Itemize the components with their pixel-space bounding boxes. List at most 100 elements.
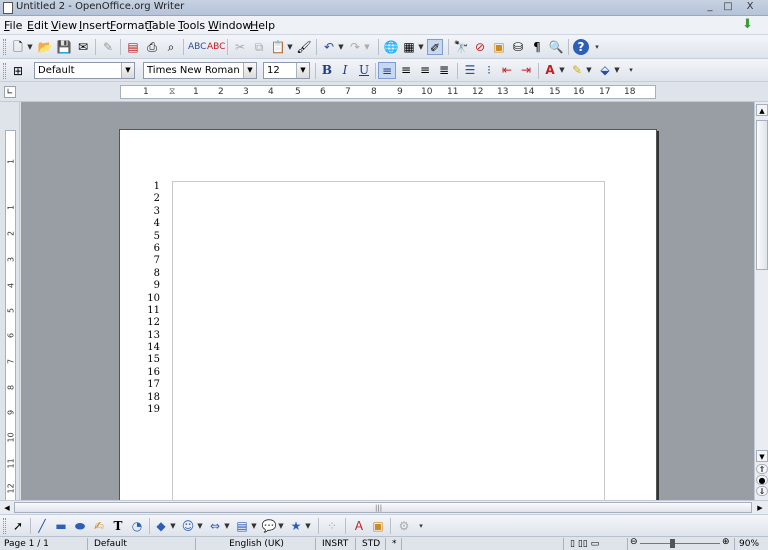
email-document-icon[interactable]: ✉ [75, 39, 91, 55]
increase-indent-icon[interactable]: ⇥ [517, 62, 535, 79]
indent-marker-icon[interactable]: ⧖ [169, 86, 175, 98]
horizontal-scroll-thumb[interactable]: ||| [14, 502, 752, 513]
menu-window[interactable]: Window [208, 19, 251, 32]
horizontal-ruler[interactable]: 1 ⧖ 1 2 3 4 5 6 7 8 9 10 11 12 13 14 15 … [120, 85, 656, 99]
highlighting-icon[interactable]: ✎ [568, 62, 586, 79]
numbering-icon[interactable]: ☰ [461, 62, 479, 79]
align-right-icon[interactable]: ≡ [416, 62, 434, 79]
update-download-icon[interactable]: ⬇ [742, 18, 756, 32]
zoom-slider[interactable] [640, 543, 720, 544]
menu-tools[interactable]: Tools [178, 19, 205, 32]
copy-icon[interactable]: ⧉ [251, 39, 267, 55]
maximize-button[interactable]: □ [718, 1, 738, 14]
selection-mode-indicator[interactable]: STD [358, 538, 386, 550]
flowcharts-arrow-icon[interactable]: ▼ [251, 518, 257, 534]
show-draw-functions-icon[interactable]: ✐ [427, 39, 443, 55]
menu-table[interactable]: Table [147, 19, 175, 32]
zoom-icon[interactable]: 🔍 [548, 39, 564, 55]
block-arrows-icon[interactable]: ⇔ [207, 518, 223, 534]
align-left-icon[interactable]: ≡ [378, 62, 396, 79]
vertical-scroll-thumb[interactable] [756, 120, 768, 270]
page-style-indicator[interactable]: Default [90, 538, 196, 550]
next-page-icon[interactable]: ⇓ [756, 486, 768, 496]
justify-icon[interactable]: ≣ [435, 62, 453, 79]
gallery-icon[interactable]: ▣ [491, 39, 507, 55]
save-icon[interactable]: 💾 [56, 39, 72, 55]
formatting-marks-icon[interactable]: ¶ [529, 39, 545, 55]
toolbar-options-arrow-icon[interactable]: ▾ [418, 518, 424, 534]
menu-file[interactable]: File [4, 19, 22, 32]
book-view-icon[interactable]: ▭ [591, 539, 600, 549]
menu-help[interactable]: Help [250, 19, 275, 32]
menu-insert[interactable]: Insert [79, 19, 111, 32]
styles-formatting-icon[interactable]: ⊞ [10, 63, 26, 79]
language-indicator[interactable]: English (UK) [198, 538, 316, 550]
stars-arrow-icon[interactable]: ▼ [305, 518, 311, 534]
toolbar-grip[interactable] [3, 39, 6, 55]
minimize-button[interactable]: _ [700, 1, 720, 14]
tab-type-selector[interactable]: ∟ [4, 86, 16, 98]
zoom-slider-knob[interactable] [670, 539, 675, 548]
block-arrows-arrow-icon[interactable]: ▼ [224, 518, 230, 534]
italic-button[interactable]: I [336, 62, 354, 79]
previous-page-icon[interactable]: ⇑ [756, 464, 768, 474]
view-layout-buttons[interactable]: ▯ ▯▯ ▭ [566, 538, 628, 550]
paste-icon[interactable]: 📋 [270, 39, 286, 55]
table-dropdown-arrow-icon[interactable]: ▼ [418, 39, 424, 55]
scroll-up-arrow-icon[interactable]: ▲ [756, 104, 768, 116]
document-canvas[interactable]: 1 2 3 4 5 6 7 8 9 10 11 12 13 14 15 16 1… [21, 102, 754, 500]
callout-shapes-icon[interactable]: 💬 [261, 518, 277, 534]
background-color-icon[interactable]: ⬙ [596, 62, 614, 79]
page-indicator[interactable]: Page 1 / 1 [0, 538, 88, 550]
fontwork-gallery-icon[interactable]: Ａ [351, 518, 367, 534]
close-button[interactable]: X [740, 1, 760, 14]
toolbar-grip[interactable] [3, 518, 6, 534]
freeform-line-icon[interactable]: ✍ [91, 518, 107, 534]
autospellcheck-icon[interactable]: ABC [207, 39, 225, 55]
edit-file-icon[interactable]: ✎ [100, 39, 116, 55]
font-size-select[interactable]: 12 ▼ [263, 62, 310, 79]
scroll-right-arrow-icon[interactable]: ▶ [754, 502, 766, 514]
paste-dropdown-arrow-icon[interactable]: ▼ [287, 39, 293, 55]
single-page-view-icon[interactable]: ▯ [570, 539, 575, 549]
clone-formatting-icon[interactable]: 🖌 [296, 39, 312, 55]
scroll-down-arrow-icon[interactable]: ▼ [756, 450, 768, 462]
menu-edit[interactable]: Edit [27, 19, 48, 32]
text-tool-icon[interactable]: T [110, 518, 126, 534]
navigator-icon[interactable]: ⊘ [472, 39, 488, 55]
zoom-percentage[interactable]: 90% [734, 538, 768, 550]
insert-mode-indicator[interactable]: INSRT [318, 538, 356, 550]
paragraph-style-select[interactable]: Default ▼ [34, 62, 135, 79]
flowcharts-icon[interactable]: ▤ [234, 518, 250, 534]
redo-dropdown-arrow-icon[interactable]: ▼ [364, 39, 370, 55]
vertical-ruler[interactable]: 1 1 2 3 4 5 6 7 8 9 10 11 12 13 [0, 102, 20, 502]
from-file-icon[interactable]: ▣ [370, 518, 386, 534]
toolbar-options-arrow-icon[interactable]: ▾ [628, 62, 634, 78]
zoom-in-icon[interactable]: ⊕ [722, 537, 730, 547]
bold-button[interactable]: B [318, 62, 336, 79]
align-center-icon[interactable]: ≡ [397, 62, 415, 79]
horizontal-scrollbar[interactable]: ◀ ||| ▶ [0, 500, 768, 514]
table-icon[interactable]: ▦ [401, 39, 417, 55]
font-size-arrow-icon[interactable]: ▼ [296, 63, 309, 78]
symbol-shapes-icon[interactable]: ☺ [180, 518, 196, 534]
callout-shapes-arrow-icon[interactable]: ▼ [278, 518, 284, 534]
cut-icon[interactable]: ✂ [232, 39, 248, 55]
vertical-ruler-strip[interactable]: 1 1 2 3 4 5 6 7 8 9 10 11 12 13 [5, 130, 16, 502]
spellcheck-icon[interactable]: ABC [188, 39, 206, 55]
scroll-left-arrow-icon[interactable]: ◀ [1, 502, 13, 514]
underline-button[interactable]: U [355, 62, 373, 79]
toolbar-grip[interactable] [3, 63, 6, 79]
font-color-arrow-icon[interactable]: ▼ [559, 62, 565, 78]
text-area[interactable] [172, 181, 605, 500]
bullets-icon[interactable]: ⁝ [480, 62, 498, 79]
zoom-out-icon[interactable]: ⊖ [630, 537, 638, 547]
font-name-arrow-icon[interactable]: ▼ [243, 63, 256, 78]
basic-shapes-arrow-icon[interactable]: ▼ [170, 518, 176, 534]
callouts-icon[interactable]: ◔ [129, 518, 145, 534]
highlighting-arrow-icon[interactable]: ▼ [586, 62, 592, 78]
points-icon[interactable]: ⁘ [324, 518, 340, 534]
print-preview-icon[interactable]: ⌕ [163, 39, 179, 55]
new-document-icon[interactable]: 🗋 [10, 39, 26, 55]
export-pdf-icon[interactable]: ▤ [125, 39, 141, 55]
